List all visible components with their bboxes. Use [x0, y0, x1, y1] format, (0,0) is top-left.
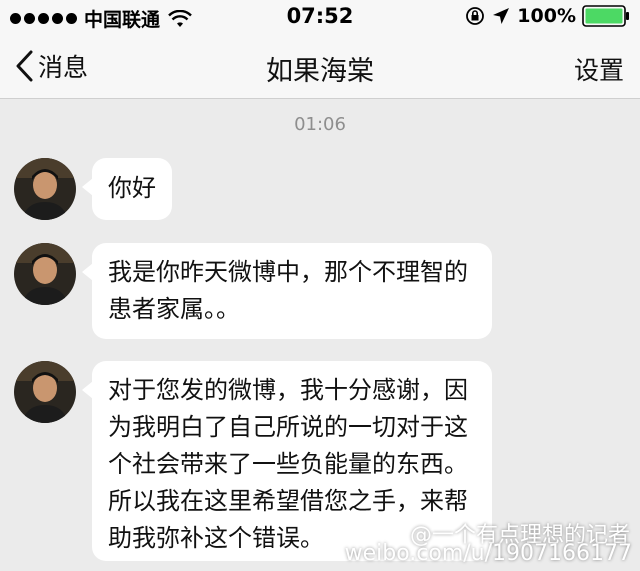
sender-avatar[interactable] — [14, 361, 76, 423]
message-text-line: 为我明白了自己所说的一切对于这 — [108, 413, 468, 441]
location-arrow-icon — [493, 8, 510, 24]
watermark-url: weibo.com/u/1907166177 — [344, 541, 632, 566]
chat-screen: 中国联通 07:52 100% 消息 如果海棠 设置 01:06 你好 我是你昨… — [0, 0, 640, 571]
message-timestamp: 01:06 — [294, 114, 346, 135]
avatar-photo-icon — [14, 158, 76, 220]
avatar-photo-icon — [14, 361, 76, 423]
sender-avatar[interactable] — [14, 243, 76, 305]
battery-percentage: 100% — [517, 5, 576, 27]
status-right: 100% — [465, 5, 630, 27]
status-bar: 中国联通 07:52 100% — [0, 0, 640, 34]
settings-button[interactable]: 设置 — [574, 51, 624, 87]
navigation-bar: 消息 如果海棠 设置 — [0, 34, 640, 99]
rotation-lock-icon — [466, 7, 485, 25]
message-text-line: 我是你昨天微博中，那个不理智的 — [108, 258, 468, 286]
message-text-line: 所以我在这里希望借您之手，来帮 — [108, 487, 468, 515]
message-bubble: 我是你昨天微博中，那个不理智的 患者家属。。 — [82, 243, 492, 339]
avatar-photo-icon — [14, 243, 76, 305]
message-text: 你好 — [108, 174, 156, 202]
message-text-line: 对于您发的微博，我十分感谢，因 — [108, 376, 468, 404]
sender-avatar[interactable] — [14, 158, 76, 220]
conversation-title: 如果海棠 — [266, 56, 374, 87]
message-text-line: 个社会带来了一些负能量的东西。 — [108, 450, 468, 478]
message-bubble: 你好 — [82, 158, 172, 220]
battery-icon — [582, 5, 629, 27]
message-text-line: 患者家属。。 — [108, 295, 240, 323]
